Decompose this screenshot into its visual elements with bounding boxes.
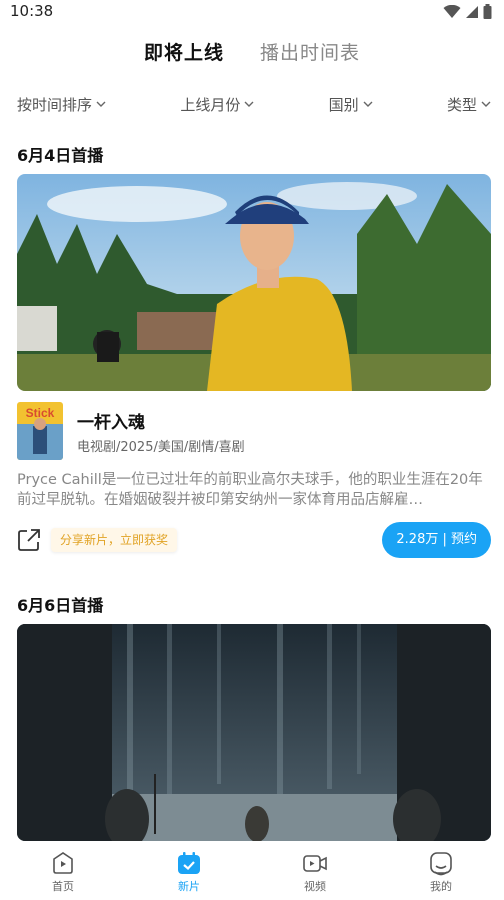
filter-genre[interactable]: 类型 bbox=[447, 94, 491, 115]
section-date: 6月6日首播 bbox=[17, 596, 104, 615]
show-meta: 电视剧/2025/美国/剧情/喜剧 bbox=[77, 440, 245, 455]
hero-image[interactable] bbox=[17, 174, 491, 391]
section-date: 6月4日首播 bbox=[17, 146, 104, 165]
show-info[interactable]: Stick 一杆入魂 电视剧/2025/美国/剧情/喜剧 bbox=[17, 402, 491, 460]
filter-sort-by-time[interactable]: 按时间排序 bbox=[17, 94, 106, 115]
filter-label: 上线月份 bbox=[180, 95, 241, 114]
share-promo-badge[interactable]: 分享新片，立即获奖 bbox=[51, 528, 178, 552]
battery-icon bbox=[483, 4, 492, 19]
nav-label: 新片 bbox=[178, 880, 200, 893]
filter-country[interactable]: 国别 bbox=[329, 94, 373, 115]
video-camera-icon bbox=[303, 855, 327, 872]
status-icons bbox=[443, 4, 492, 19]
filter-release-month[interactable]: 上线月份 bbox=[180, 94, 254, 115]
filter-label: 类型 bbox=[446, 95, 477, 114]
show-description: Pryce Cahill是一位已过壮年的前职业高尔夫球手，他的职业生涯在20年前… bbox=[17, 472, 483, 508]
bottom-nav: 首页 新片 视频 我的 bbox=[0, 842, 504, 900]
calendar-check-icon bbox=[178, 852, 200, 874]
nav-home[interactable]: 首页 bbox=[33, 850, 93, 894]
tab-upcoming[interactable]: 即将上线 bbox=[144, 38, 224, 72]
show-poster: Stick bbox=[17, 402, 63, 460]
show-title[interactable]: 一杆入魂 bbox=[77, 408, 145, 433]
nav-label: 视频 bbox=[304, 880, 326, 893]
filter-bar: 按时间排序 上线月份 国别 类型 bbox=[17, 92, 491, 116]
chevron-down-icon bbox=[96, 101, 106, 107]
profile-icon bbox=[430, 852, 452, 876]
nav-new-releases[interactable]: 新片 bbox=[159, 850, 219, 894]
hero-image[interactable] bbox=[17, 624, 491, 841]
nav-profile[interactable]: 我的 bbox=[411, 850, 471, 894]
nav-label: 我的 bbox=[430, 880, 452, 893]
status-bar: 10:38 bbox=[0, 0, 504, 24]
status-time: 10:38 bbox=[10, 2, 54, 20]
poster-title: Stick bbox=[26, 406, 55, 420]
tab-schedule[interactable]: 播出时间表 bbox=[260, 38, 360, 72]
chevron-down-icon bbox=[363, 101, 373, 107]
signal-icon bbox=[466, 5, 478, 18]
chevron-down-icon bbox=[481, 101, 491, 107]
top-tabs: 即将上线 播出时间表 bbox=[0, 38, 504, 72]
filter-label: 按时间排序 bbox=[17, 95, 93, 114]
chevron-down-icon bbox=[244, 101, 254, 107]
action-row: 分享新片，立即获奖 2.28万 | 预约 bbox=[17, 522, 491, 558]
nav-video[interactable]: 视频 bbox=[285, 850, 345, 894]
filter-label: 国别 bbox=[328, 95, 359, 114]
wifi-icon bbox=[443, 4, 461, 18]
share-icon[interactable] bbox=[17, 528, 41, 552]
home-play-icon bbox=[53, 852, 73, 874]
reserve-button[interactable]: 2.28万 | 预约 bbox=[382, 522, 491, 558]
nav-label: 首页 bbox=[52, 880, 74, 893]
